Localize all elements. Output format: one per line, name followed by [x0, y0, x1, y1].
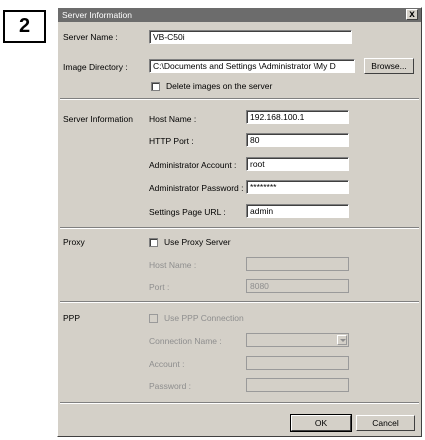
proxy-port-input[interactable]: 8080: [246, 279, 349, 293]
proxy-host-name-label: Host Name :: [149, 260, 197, 270]
separator: [60, 402, 419, 404]
server-information-dialog: Server Information x Server Name : VB-C5…: [57, 7, 422, 437]
close-button[interactable]: x: [406, 9, 418, 20]
use-proxy-server-label: Use Proxy Server: [164, 237, 231, 247]
connection-name-label: Connection Name :: [149, 336, 222, 346]
chevron-down-icon[interactable]: [337, 335, 347, 345]
title-bar: Server Information x: [58, 8, 421, 22]
delete-images-checkbox[interactable]: [151, 82, 160, 91]
proxy-host-name-input[interactable]: [246, 257, 349, 271]
host-name-input[interactable]: 192.168.100.1: [246, 110, 349, 124]
http-port-input[interactable]: 80: [246, 133, 349, 147]
settings-page-url-label: Settings Page URL :: [149, 207, 226, 217]
administrator-account-label: Administrator Account :: [149, 160, 237, 170]
proxy-section-label: Proxy: [63, 237, 85, 247]
administrator-account-input[interactable]: root: [246, 157, 349, 171]
settings-page-url-input[interactable]: admin: [246, 204, 349, 218]
separator: [60, 98, 419, 100]
ppp-password-input[interactable]: [246, 378, 349, 392]
use-ppp-connection-checkbox[interactable]: [149, 314, 158, 323]
administrator-password-input[interactable]: ********: [246, 180, 349, 194]
ppp-password-label: Password :: [149, 381, 192, 391]
proxy-port-label: Port :: [149, 282, 170, 292]
dialog-title: Server Information: [62, 10, 132, 20]
ppp-account-label: Account :: [149, 359, 185, 369]
use-ppp-connection-label: Use PPP Connection: [164, 313, 244, 323]
server-name-label: Server Name :: [63, 32, 118, 42]
image-directory-input[interactable]: C:\Documents and Settings \Administrator…: [149, 59, 355, 73]
cancel-button[interactable]: Cancel: [356, 415, 415, 431]
ppp-section-label: PPP: [63, 313, 81, 323]
administrator-password-label: Administrator Password :: [149, 183, 244, 193]
ok-button[interactable]: OK: [290, 414, 352, 432]
server-name-input[interactable]: VB-C50i: [149, 30, 352, 44]
separator: [60, 301, 419, 303]
http-port-label: HTTP Port :: [149, 136, 194, 146]
delete-images-label: Delete images on the server: [166, 81, 273, 91]
image-directory-label: Image Directory :: [63, 62, 128, 72]
browse-button[interactable]: Browse...: [364, 58, 414, 74]
separator: [60, 227, 419, 229]
server-information-section-label: Server Information: [63, 114, 133, 124]
use-proxy-server-checkbox[interactable]: [149, 238, 158, 247]
connection-name-dropdown[interactable]: [246, 333, 349, 347]
host-name-label: Host Name :: [149, 114, 197, 124]
ppp-account-input[interactable]: [246, 356, 349, 370]
step-number-badge: 2: [3, 10, 46, 43]
